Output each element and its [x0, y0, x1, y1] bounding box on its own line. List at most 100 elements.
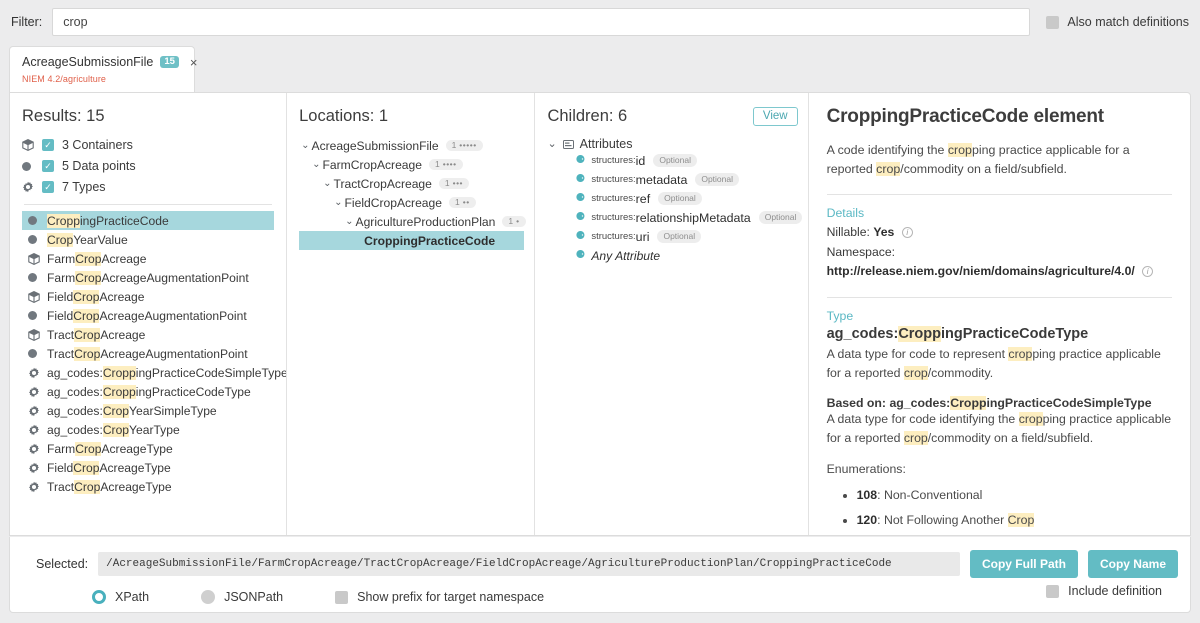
result-item-label: FarmCropAcreageType [47, 441, 173, 456]
children-header: Children: 6 View [547, 107, 798, 126]
result-item-label: TractCropAcreage [47, 327, 146, 342]
results-count-checkbox[interactable]: ✓ [42, 181, 54, 193]
result-item[interactable]: FarmCropAcreageAugmentationPoint [22, 268, 274, 287]
show-prefix-checkbox[interactable] [335, 590, 349, 604]
location-tree-node[interactable]: ⌄ FarmCropAcreage 1 •••• [299, 155, 524, 174]
results-count-label: 7 Types [62, 180, 106, 194]
include-definition-toggle[interactable]: Include definition [1046, 584, 1162, 598]
container-icon [28, 252, 47, 265]
attribute-row[interactable]: ⚈ structures: uri Optional [547, 227, 797, 246]
result-item[interactable]: CropYearValue [22, 230, 274, 249]
attribute-row[interactable]: ⚈ structures: relationshipMetadata Optional [547, 208, 803, 227]
results-count-checkbox[interactable]: ✓ [42, 139, 54, 151]
filter-label: Filter: [11, 15, 43, 29]
location-tree-node[interactable]: ⌄ TractCropAcreage 1 ••• [299, 174, 524, 193]
chevron-down-icon[interactable]: ⌄ [312, 159, 320, 170]
children-pane: Children: 6 View ⌄ Attributes ⚈ structure… [534, 93, 807, 535]
result-item[interactable]: ag_codes:CroppingPracticeCodeType [22, 382, 274, 401]
tab-acreage-submission-file[interactable]: AcreageSubmissionFile 15 × NIEM 4.2/agri… [9, 46, 197, 94]
result-item-label: FieldCropAcreage [47, 289, 145, 304]
enumeration-code: 120 [856, 512, 878, 527]
radio-jsonpath-label: JSONPath [224, 590, 284, 604]
results-count-checkbox[interactable]: ✓ [42, 160, 54, 172]
result-item[interactable]: TractCropAcreage [22, 325, 274, 344]
attribute-row[interactable]: ⚈ Any Attribute [547, 246, 797, 265]
result-item[interactable]: ag_codes:CropYearSimpleType [22, 401, 274, 420]
info-icon[interactable]: i [1142, 266, 1154, 278]
main-content-card: Results: 15 ✓ 3 Containers ✓ 5 Data points ✓… [9, 92, 1191, 536]
location-tree-node[interactable]: ⌄ AgricultureProductionPlan 1 • [299, 212, 526, 231]
result-item[interactable]: FarmCropAcreageType [22, 439, 274, 458]
result-item[interactable]: FieldCropAcreageAugmentationPoint [22, 306, 274, 325]
copy-full-path-button[interactable]: Copy Full Path [969, 550, 1078, 578]
results-count-label: 3 Containers [62, 138, 133, 152]
namespace-label: Namespace: [826, 244, 895, 259]
at-sign-icon: ⚈ [575, 211, 586, 223]
type-gear-icon [28, 405, 47, 417]
location-tree-node[interactable]: ⌄ FieldCropAcreage 1 •• [299, 193, 524, 212]
enumeration-item: 19: Following Another Crop [857, 532, 1172, 535]
result-item[interactable]: FieldCropAcreage [22, 287, 274, 306]
results-pane: Results: 15 ✓ 3 Containers ✓ 5 Data points ✓… [10, 93, 286, 535]
radio-xpath-dot[interactable] [92, 590, 106, 604]
attribute-name: metadata [635, 172, 688, 187]
chevron-down-icon[interactable]: ⌄ [301, 140, 309, 151]
selected-path-input[interactable] [98, 552, 960, 576]
results-filter-counts: ✓ 3 Containers ✓ 5 Data points ✓ 7 Types [22, 135, 274, 197]
filter-input[interactable] [52, 8, 1031, 36]
copy-name-button[interactable]: Copy Name [1087, 550, 1178, 578]
type-gear-icon [22, 181, 42, 193]
show-prefix-toggle[interactable]: Show prefix for target namespace [335, 590, 544, 604]
location-node-label: AcreageSubmissionFile [311, 138, 439, 153]
type-gear-icon [28, 462, 47, 474]
tab-count-badge: 15 [160, 55, 179, 69]
attribute-optional-badge: Optional [657, 229, 702, 244]
attribute-optional-badge: Optional [653, 153, 697, 168]
location-node-count-badge: 1 • [502, 215, 526, 228]
also-match-definitions-checkbox[interactable] [1046, 15, 1060, 29]
also-match-definitions-toggle[interactable]: Also match definitions [1046, 15, 1189, 29]
location-node-label: AgricultureProductionPlan [355, 214, 496, 229]
result-item[interactable]: FarmCropAcreage [22, 249, 274, 268]
nillable-label: Nillable: [826, 225, 870, 240]
result-item-label: ag_codes:CropYearSimpleType [47, 403, 217, 418]
attribute-row[interactable]: ⚈ structures: metadata Optional [547, 170, 797, 189]
chevron-down-icon[interactable]: ⌄ [345, 216, 353, 227]
results-count-row[interactable]: ✓ 7 Types [22, 177, 274, 197]
chevron-down-icon[interactable]: ⌄ [323, 178, 331, 189]
location-tree-node[interactable]: CroppingPracticeCode [299, 231, 525, 250]
radio-jsonpath-dot[interactable] [201, 590, 216, 604]
result-item[interactable]: FieldCropAcreageType [22, 458, 274, 477]
location-tree-node[interactable]: ⌄ AcreageSubmissionFile 1 ••••• [299, 136, 524, 155]
result-item-label: FarmCropAcreage [47, 251, 147, 266]
radio-xpath[interactable]: XPath [92, 590, 149, 604]
result-item[interactable]: ag_codes:CropYearType [22, 420, 274, 439]
chevron-down-icon[interactable]: ⌄ [547, 138, 556, 150]
attribute-row[interactable]: ⚈ structures: ref Optional [547, 189, 797, 208]
type-description: A data type for code to represent croppi… [826, 346, 1161, 381]
result-item[interactable]: CroppingPracticeCode [22, 211, 275, 230]
result-item[interactable]: ag_codes:CroppingPracticeCodeSimpleType [22, 363, 286, 382]
at-sign-icon: ⚈ [575, 249, 586, 261]
tab-header-row: AcreageSubmissionFile 15 × [22, 55, 197, 69]
attribute-row[interactable]: ⚈ structures: id Optional [547, 151, 797, 170]
attribute-name: Any Attribute [591, 248, 661, 263]
locations-pane: Locations: 1 ⌄ AcreageSubmissionFile 1 ••••… [286, 93, 534, 535]
result-item-label: TractCropAcreageType [47, 479, 172, 494]
results-count-row[interactable]: ✓ 3 Containers [22, 135, 274, 155]
radio-jsonpath[interactable]: JSONPath [201, 590, 283, 604]
info-icon[interactable]: i [901, 227, 913, 239]
close-icon[interactable]: × [190, 56, 198, 69]
result-item[interactable]: TractCropAcreageType [22, 477, 274, 496]
result-item[interactable]: TractCropAcreageAugmentationPoint [22, 344, 274, 363]
chevron-down-icon[interactable]: ⌄ [334, 197, 342, 208]
attributes-group-icon [562, 139, 574, 149]
view-button[interactable]: View [752, 107, 798, 126]
attributes-group-header[interactable]: ⌄ Attributes [547, 137, 797, 151]
selected-label: Selected: [36, 557, 89, 571]
data-point-icon [28, 311, 47, 320]
tab-subtitle: NIEM 4.2/agriculture [22, 74, 107, 84]
results-count-row[interactable]: ✓ 5 Data points [22, 156, 274, 176]
attribute-prefix: structures: [591, 174, 636, 185]
include-definition-checkbox[interactable] [1046, 584, 1060, 598]
